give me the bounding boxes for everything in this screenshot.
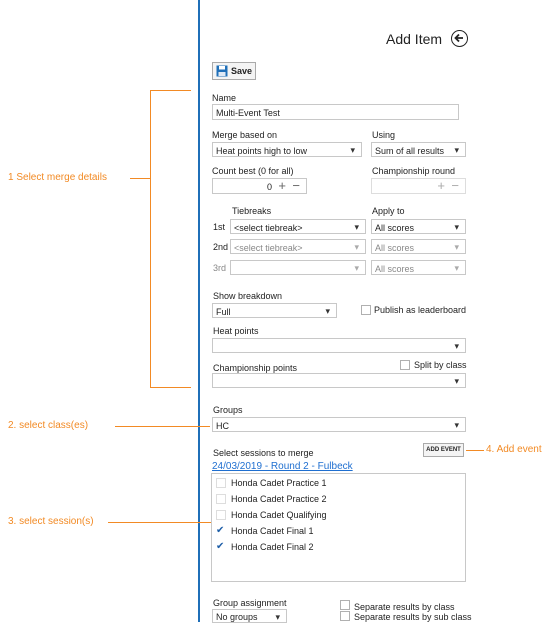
floppy-disk-icon [216, 65, 228, 77]
session-label: Honda Cadet Final 1 [231, 526, 314, 536]
merge-value: Heat points high to low [216, 146, 308, 156]
groups-dropdown[interactable]: HC [212, 417, 466, 432]
checkmark-icon[interactable]: ✔ [216, 526, 224, 536]
session-label: Honda Cadet Practice 1 [231, 478, 327, 488]
champ-round-label: Championship round [372, 166, 456, 176]
tiebreak-value: <select tiebreak> [234, 243, 303, 253]
using-label: Using [372, 130, 396, 140]
merge-dropdown[interactable]: Heat points high to low [212, 142, 362, 157]
groups-value: HC [216, 421, 229, 431]
annotation-merge-details: 1 Select merge details [8, 172, 107, 183]
back-button[interactable] [451, 30, 468, 47]
split-checkbox[interactable] [400, 360, 410, 370]
tiebreak-rank: 1st [213, 222, 226, 232]
plus-icon[interactable]: + [437, 179, 445, 193]
champ-points-dropdown[interactable] [212, 373, 466, 388]
select-sessions-label: Select sessions to merge [213, 448, 314, 458]
heat-points-dropdown[interactable] [212, 338, 466, 353]
session-checkbox[interactable] [216, 494, 226, 504]
tiebreak-value: <select tiebreak> [234, 223, 303, 233]
panel-border [198, 0, 200, 622]
apply-dropdown-2[interactable]: All scores [371, 239, 466, 254]
annotation-add-event: 4. Add event [486, 444, 542, 455]
using-dropdown[interactable]: Sum of all results [371, 142, 466, 157]
group-assign-dropdown[interactable]: No groups [212, 609, 287, 623]
tiebreak-rank: 3rd [213, 263, 227, 273]
session-checkbox[interactable] [216, 478, 226, 488]
tiebreak-rank: 2nd [213, 242, 229, 252]
annotation-line [115, 426, 210, 427]
session-label: Honda Cadet Final 2 [231, 542, 314, 552]
annotation-bracket [150, 387, 191, 388]
tiebreak-dropdown-2[interactable]: <select tiebreak> [230, 239, 366, 254]
show-breakdown-label: Show breakdown [213, 291, 283, 301]
add-event-button[interactable]: ADD EVENT [423, 443, 464, 457]
apply-dropdown-3[interactable]: All scores [371, 260, 466, 275]
champ-round-stepper[interactable]: + − [371, 178, 466, 194]
count-best-label: Count best (0 for all) [212, 166, 294, 176]
tiebreaks-label: Tiebreaks [232, 206, 272, 216]
apply-value: All scores [375, 264, 415, 274]
sep-class-checkbox[interactable] [340, 600, 350, 610]
sep-class-label: Separate results by class [354, 602, 455, 612]
groups-label: Groups [213, 405, 243, 415]
annotation-line [130, 178, 150, 179]
save-button[interactable]: Save [212, 62, 256, 80]
heat-points-label: Heat points [213, 326, 259, 336]
session-label: Honda Cadet Practice 2 [231, 494, 327, 504]
session-group-link[interactable]: 24/03/2019 - Round 2 - Fulbeck [212, 461, 353, 472]
show-breakdown-dropdown[interactable]: Full [212, 303, 337, 318]
minus-icon[interactable]: − [292, 179, 300, 193]
count-best-value: 0 [266, 182, 272, 192]
name-label: Name [212, 93, 237, 103]
page-title: Add Item [386, 31, 443, 47]
group-assign-value: No groups [216, 612, 258, 622]
checkmark-icon[interactable]: ✔ [216, 542, 224, 552]
tiebreak-dropdown-3[interactable] [230, 260, 366, 275]
tiebreak-dropdown-1[interactable]: <select tiebreak> [230, 219, 366, 234]
sep-subclass-label: Separate results by sub class [354, 612, 472, 622]
arrow-left-icon [454, 33, 463, 43]
annotation-select-class: 2. select class(es) [8, 420, 89, 431]
merge-label: Merge based on [212, 130, 278, 140]
name-field[interactable]: Multi-Event Test [212, 104, 459, 120]
save-label: Save [231, 66, 253, 76]
annotation-bracket [150, 90, 151, 387]
plus-icon[interactable]: + [278, 179, 286, 193]
apply-dropdown-1[interactable]: All scores [371, 219, 466, 234]
apply-to-label: Apply to [372, 206, 405, 216]
show-breakdown-value: Full [216, 307, 231, 317]
annotation-line [466, 450, 484, 451]
apply-value: All scores [375, 223, 415, 233]
annotation-select-sessions: 3. select session(s) [8, 516, 94, 527]
annotation-line [108, 522, 211, 523]
sep-subclass-checkbox[interactable] [340, 611, 350, 621]
name-value: Multi-Event Test [216, 108, 280, 118]
publish-checkbox[interactable] [361, 305, 371, 315]
split-label: Split by class [414, 360, 467, 370]
group-assign-label: Group assignment [213, 598, 287, 608]
session-label: Honda Cadet Qualifying [231, 510, 327, 520]
using-value: Sum of all results [375, 146, 445, 156]
minus-icon[interactable]: − [451, 179, 459, 193]
count-best-stepper[interactable]: 0 + − [212, 178, 307, 194]
session-checkbox[interactable] [216, 510, 226, 520]
annotation-bracket [150, 90, 191, 91]
apply-value: All scores [375, 243, 415, 253]
champ-points-label: Championship points [213, 363, 298, 373]
publish-label: Publish as leaderboard [374, 305, 467, 315]
